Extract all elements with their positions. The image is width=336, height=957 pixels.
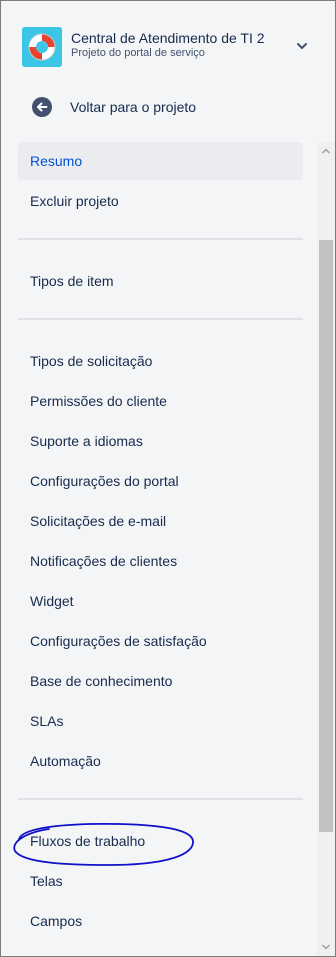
nav-item-label: Configurações do portal: [30, 473, 179, 489]
project-avatar[interactable]: [22, 27, 62, 67]
nav-divider: [18, 238, 303, 240]
scroll-down-arrow-icon[interactable]: [317, 938, 335, 956]
chevron-down-icon[interactable]: [294, 38, 310, 54]
nav-item-label: Fluxos de trabalho: [30, 833, 146, 849]
nav-divider: [18, 318, 303, 320]
nav-item-tipos-de-item[interactable]: Tipos de item: [18, 262, 303, 300]
project-sidebar: Central de Atendimento de TI 2 Projeto d…: [0, 0, 336, 957]
project-type: Projeto do portal de serviço: [71, 47, 205, 59]
back-to-project-label: Voltar para o projeto: [70, 99, 197, 115]
nav-item-campos[interactable]: Campos: [18, 902, 303, 940]
nav-item-resumo[interactable]: Resumo: [18, 142, 303, 180]
nav-item-fluxos-de-trabalho[interactable]: Fluxos de trabalho: [18, 822, 303, 860]
nav-item-label: Tipos de item: [30, 273, 114, 289]
nav-item-label: Telas: [30, 873, 63, 889]
scroll-up-arrow-icon[interactable]: [317, 142, 335, 160]
nav-item-label: Notificações de clientes: [30, 553, 178, 569]
nav-item-slas[interactable]: SLAs: [18, 702, 303, 740]
nav-item-automacao[interactable]: Automação: [18, 742, 303, 780]
nav-item-suporte-a-idiomas[interactable]: Suporte a idiomas: [18, 422, 303, 460]
nav-item-configuracoes-do-portal[interactable]: Configurações do portal: [18, 462, 303, 500]
nav-item-label: Tipos de solicitação: [30, 353, 153, 369]
nav-item-label: Permissões do cliente: [30, 393, 167, 409]
nav-item-label: Solicitações de e-mail: [30, 513, 167, 529]
back-to-project-link[interactable]: Voltar para o projeto: [19, 91, 301, 123]
nav-item-excluir-projeto[interactable]: Excluir projeto: [18, 182, 303, 220]
nav-item-label: Suporte a idiomas: [30, 433, 143, 449]
nav-item-label: Base de conhecimento: [30, 673, 173, 689]
nav-item-permissoes-do-cliente[interactable]: Permissões do cliente: [18, 382, 303, 420]
nav-item-label: Configurações de satisfação: [30, 633, 207, 649]
nav-divider: [18, 798, 303, 800]
nav-item-label: Automação: [30, 753, 101, 769]
project-name: Central de Atendimento de TI 2: [71, 30, 265, 46]
nav-item-label: Widget: [30, 593, 74, 609]
nav-item-label: Excluir projeto: [30, 193, 119, 209]
nav-item-label: SLAs: [30, 713, 64, 729]
nav-item-configuracoes-de-satisfacao[interactable]: Configurações de satisfação: [18, 622, 303, 660]
lifebuoy-icon: [22, 27, 62, 67]
project-header: Central de Atendimento de TI 2 Projeto d…: [1, 1, 335, 86]
arrow-left-circle-icon: [31, 96, 53, 118]
nav-item-label: Campos: [30, 913, 83, 929]
nav-item-notificacoes-de-clientes[interactable]: Notificações de clientes: [18, 542, 303, 580]
nav-item-telas[interactable]: Telas: [18, 862, 303, 900]
nav-item-solicitacoes-de-email[interactable]: Solicitações de e-mail: [18, 502, 303, 540]
nav-item-tipos-de-solicitacao[interactable]: Tipos de solicitação: [18, 342, 303, 380]
nav-item-label: Resumo: [30, 153, 83, 169]
nav-item-widget[interactable]: Widget: [18, 582, 303, 620]
settings-nav: Resumo Excluir projeto Tipos de item Tip…: [1, 141, 317, 956]
scrollbar-thumb[interactable]: [319, 240, 333, 832]
vertical-scrollbar[interactable]: [317, 142, 335, 956]
nav-item-base-de-conhecimento[interactable]: Base de conhecimento: [18, 662, 303, 700]
